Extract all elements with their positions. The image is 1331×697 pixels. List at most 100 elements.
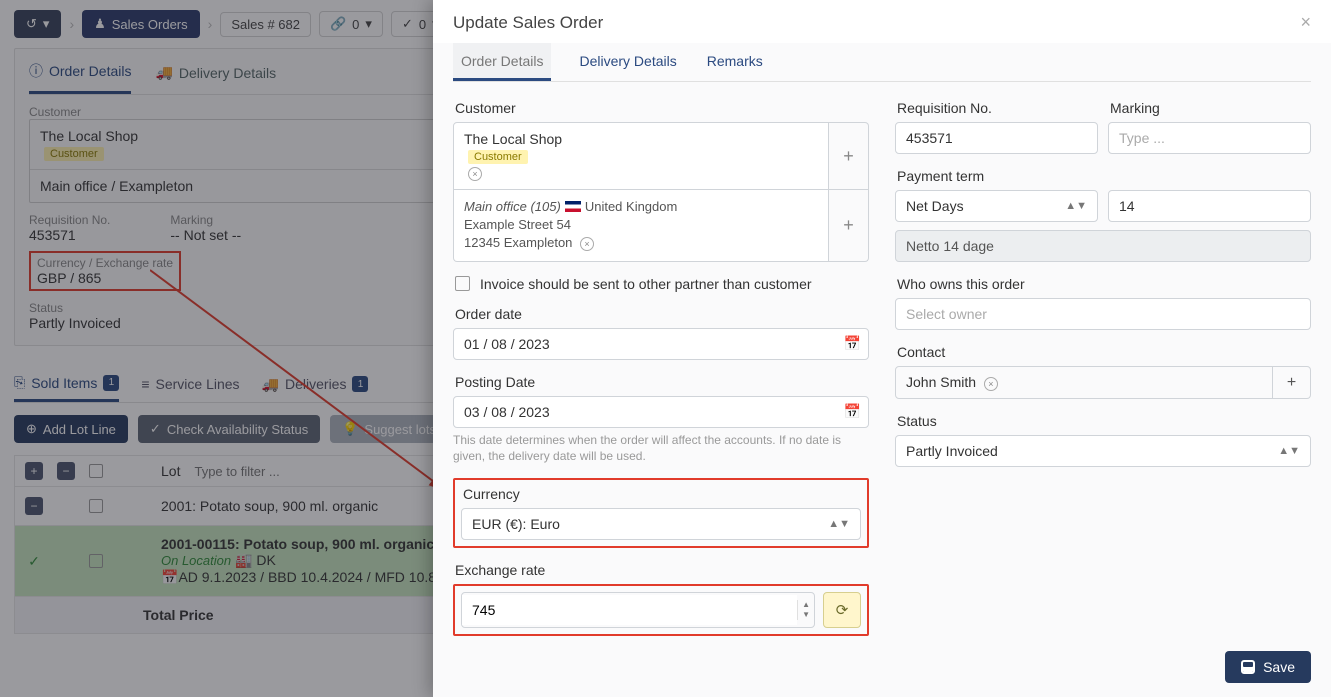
history-button[interactable]: ↺ ▾ — [14, 10, 61, 38]
add-customer-button[interactable]: + — [829, 122, 869, 190]
bulb-icon: 💡 — [342, 421, 358, 437]
check-icon: ✓ — [25, 553, 43, 570]
save-label: Save — [1263, 659, 1295, 675]
btn-label: Suggest lots — [364, 422, 436, 437]
exchange-rate-label: Exchange rate — [455, 562, 869, 578]
addr-country: United Kingdom — [585, 199, 678, 214]
list-icon: ≡ — [141, 376, 149, 392]
status-value: Partly Invoiced — [906, 443, 998, 459]
crumb-links[interactable]: 🔗0 ▾ — [319, 11, 383, 37]
row-checkbox[interactable] — [89, 499, 103, 513]
sold-badge: 1 — [103, 375, 119, 391]
crumb-sep: › — [208, 16, 213, 32]
info-icon: ⓘ — [29, 61, 43, 81]
tab-remarks[interactable]: Remarks — [705, 43, 765, 81]
check-icon: ✓ — [150, 421, 161, 437]
address-selector[interactable]: Main office (105)United Kingdom Example … — [453, 190, 829, 262]
tab-sold-items[interactable]: ⎘Sold Items 1 — [14, 364, 119, 402]
currency-highlight: Currency EUR (€): Euro ▲▼ — [453, 478, 869, 548]
lot-filter-input[interactable] — [194, 464, 370, 479]
expand-all-button[interactable]: + — [25, 462, 43, 480]
add-contact-button[interactable]: + — [1273, 366, 1311, 399]
calendar-icon: 📅 — [161, 569, 178, 585]
add-lot-line-button[interactable]: ⊕ Add Lot Line — [14, 415, 128, 443]
deliv-badge: 1 — [352, 376, 368, 392]
payment-term-select[interactable]: Net Days ▲▼ — [895, 190, 1098, 222]
invoice-other-partner-checkbox[interactable]: Invoice should be sent to other partner … — [455, 276, 867, 292]
marking-input[interactable]: Type ... — [1108, 122, 1311, 154]
step-down-icon[interactable]: ▼ — [798, 610, 814, 620]
tab-order-details[interactable]: ⓘOrder Details — [29, 49, 131, 94]
save-icon — [1241, 660, 1255, 674]
exchange-rate-input[interactable]: ▲▼ — [461, 592, 815, 628]
exchange-rate-highlight: ▲▼ ⟳ — [453, 584, 869, 636]
tab-order-details[interactable]: Order Details — [453, 43, 551, 81]
chevron-updown-icon: ▲▼ — [1278, 445, 1300, 457]
tab-delivery-details[interactable]: Delivery Details — [577, 43, 678, 81]
row-checkbox[interactable] — [89, 554, 103, 568]
col-lot: Lot — [161, 463, 180, 479]
number-stepper[interactable]: ▲▼ — [797, 600, 814, 620]
modal-header: Update Sales Order × — [433, 0, 1331, 43]
customer-name: The Local Shop — [464, 131, 818, 147]
step-up-icon[interactable]: ▲ — [798, 600, 814, 610]
crumb-order-number[interactable]: Sales # 682 — [220, 12, 311, 37]
modal-tabs: Order Details Delivery Details Remarks — [453, 43, 1311, 82]
add-address-button[interactable]: + — [829, 190, 869, 262]
warehouse-icon: 🏭 — [235, 552, 252, 568]
cx-label: Currency / Exchange rate — [37, 256, 173, 270]
tab-service-lines[interactable]: ≡ Service Lines — [141, 364, 239, 402]
check-availability-button[interactable]: ✓Check Availability Status — [138, 415, 320, 443]
calendar-icon[interactable]: 📅 — [844, 403, 861, 420]
calendar-icon[interactable]: 📅 — [844, 335, 861, 352]
currency-exchange-highlight: Currency / Exchange rate GBP / 865 — [29, 251, 181, 291]
select-all-checkbox[interactable] — [89, 464, 103, 478]
annotation-arrow — [150, 260, 470, 520]
tab-label: Service Lines — [156, 376, 240, 392]
status-select[interactable]: Partly Invoiced ▲▼ — [895, 435, 1311, 467]
crumb-sep: › — [69, 16, 74, 32]
total-label: Total Price — [143, 607, 214, 623]
exchange-rate-field[interactable] — [462, 595, 797, 625]
customer-name: The Local Shop — [40, 128, 138, 144]
posting-date-input[interactable]: 03 / 08 / 2023 — [453, 396, 869, 428]
btn-label: Add Lot Line — [43, 422, 116, 437]
order-date-input[interactable]: 01 / 08 / 2023 — [453, 328, 869, 360]
row1-text: 2001: Potato soup, 900 ml. organic — [161, 498, 378, 514]
users-icon: ♟ — [94, 16, 106, 32]
close-button[interactable]: × — [1300, 12, 1311, 33]
crumb-sales-orders[interactable]: ♟ Sales Orders — [82, 10, 200, 38]
posting-date-help: This date determines when the order will… — [453, 432, 869, 464]
marking-label: Marking — [170, 213, 241, 227]
clear-address-icon[interactable]: × — [580, 237, 594, 251]
link-count: 0 — [352, 17, 359, 32]
currency-select[interactable]: EUR (€): Euro ▲▼ — [461, 508, 861, 540]
tab-label: Delivery Details — [179, 65, 276, 81]
addr-city: 12345 Exampleton — [464, 235, 572, 250]
customer-selector[interactable]: The Local Shop Customer × — [453, 122, 829, 190]
tab-delivery-details[interactable]: 🚚 Delivery Details — [155, 49, 276, 94]
tab-deliveries[interactable]: 🚚Deliveries 1 — [262, 364, 369, 402]
refresh-rate-button[interactable]: ⟳ — [823, 592, 861, 628]
row2-dates: AD 9.1.2023 / BBD 10.4.2024 / MFD 10.8.2… — [178, 569, 463, 585]
collapse-all-button[interactable]: − — [57, 462, 75, 480]
truck-icon: 🚚 — [155, 64, 172, 81]
modal-left-column: Customer The Local Shop Customer × + Mai… — [453, 96, 869, 637]
clear-customer-icon[interactable]: × — [468, 167, 482, 181]
crumb-label: Sales Orders — [112, 17, 188, 32]
addr-street: Example Street 54 — [464, 217, 571, 232]
save-button[interactable]: Save — [1225, 651, 1311, 683]
modal-footer: Save — [433, 637, 1331, 697]
suggest-lots-button[interactable]: 💡 Suggest lots — [330, 415, 448, 443]
owner-label: Who owns this order — [897, 276, 1311, 292]
payment-days-input[interactable]: 14 — [1108, 190, 1311, 222]
collapse-row-button[interactable]: − — [25, 497, 43, 515]
requisition-input[interactable]: 453571 — [895, 122, 1098, 154]
undo-icon: ↺ — [26, 16, 37, 32]
clear-contact-icon[interactable]: × — [984, 377, 998, 391]
check-count: 0 — [419, 17, 426, 32]
tab-label: Sold Items — [31, 375, 97, 391]
plus-icon: ⊕ — [26, 421, 37, 437]
owner-input[interactable]: Select owner — [895, 298, 1311, 330]
contact-input[interactable]: John Smith × — [895, 366, 1273, 399]
